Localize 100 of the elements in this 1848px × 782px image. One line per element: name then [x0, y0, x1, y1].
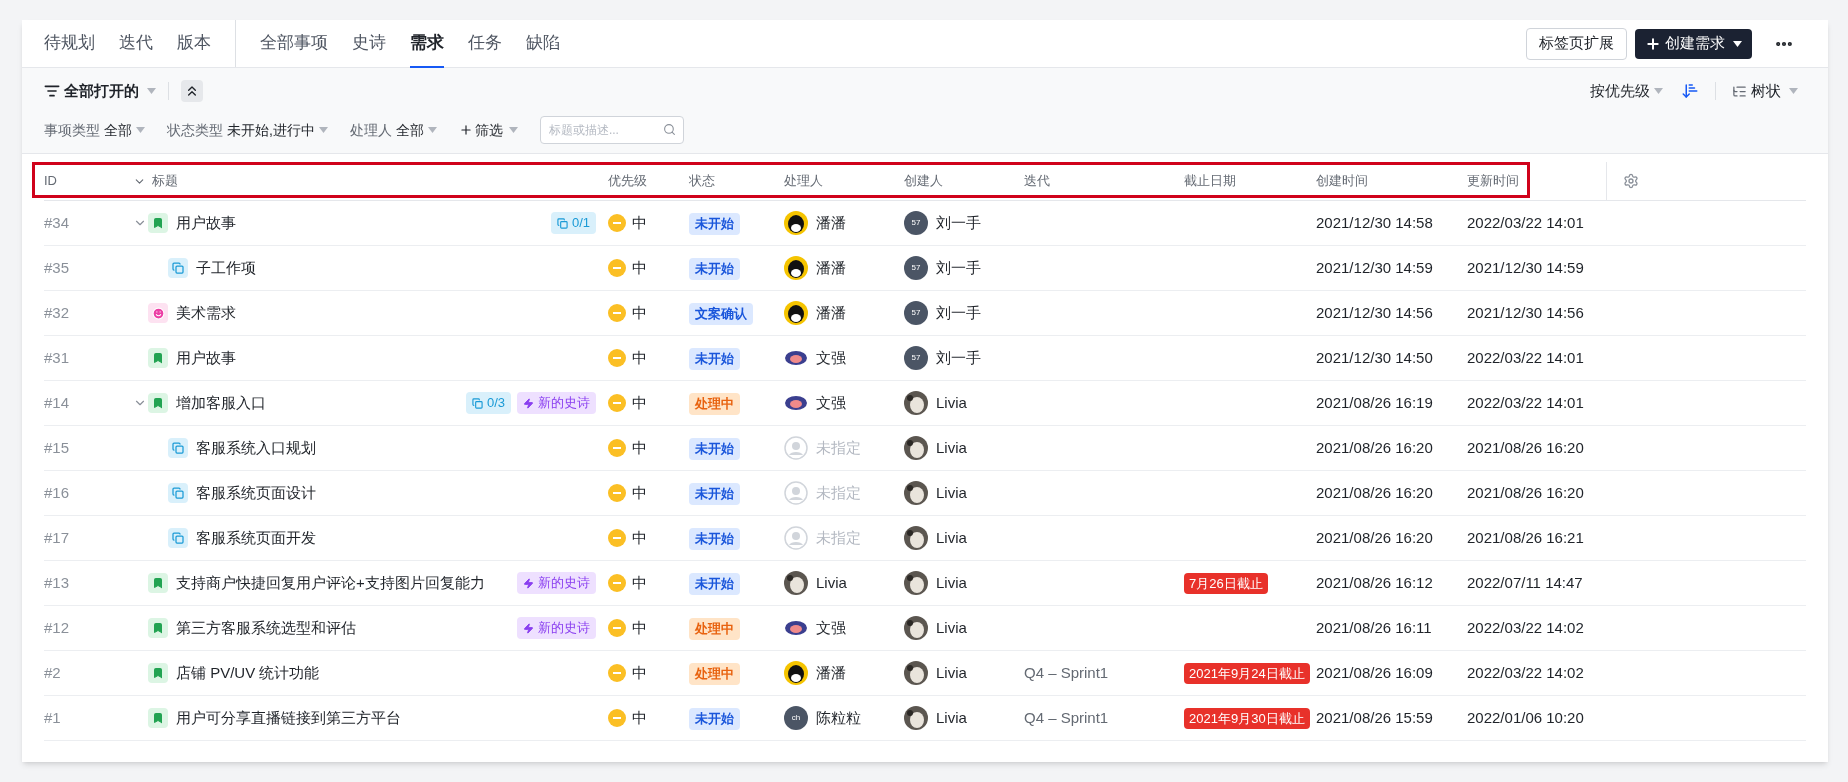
tab[interactable]: 史诗 [352, 19, 386, 68]
column-header[interactable]: 创建时间 [1316, 171, 1467, 191]
bookmark-icon [148, 708, 168, 728]
column-header[interactable]: 优先级 [608, 171, 689, 191]
title-cell[interactable]: 客服系统页面设计 [196, 481, 316, 505]
settings-icon[interactable] [1623, 173, 1639, 189]
copy-icon [168, 528, 188, 548]
sort-icon[interactable] [1681, 82, 1699, 100]
id-cell-text: #15 [44, 437, 71, 458]
layout-dropdown[interactable]: 树状 [1732, 79, 1798, 103]
filter-dropdown[interactable]: 状态类型 未开始,进行中 [167, 119, 328, 141]
priority-icon [608, 304, 626, 322]
caret-icon [147, 88, 156, 94]
smile-icon [148, 303, 168, 323]
column-header[interactable]: 迭代 [1024, 171, 1184, 191]
deadline-tag: 2021年9月30日截止 [1184, 707, 1310, 729]
filter-icon [44, 83, 60, 99]
priority-label: 中 [632, 257, 647, 278]
avatar [904, 436, 928, 460]
status-tag: 处理中 [689, 662, 740, 685]
tab[interactable]: 版本 [177, 19, 211, 68]
user-icon [784, 526, 808, 550]
copy-icon [168, 438, 188, 458]
bookmark-icon [148, 393, 168, 413]
title-cell[interactable]: 增加客服入口 [176, 391, 266, 415]
person-name: Livia [936, 527, 967, 548]
priority-label: 中 [632, 482, 647, 503]
person-name: 刘一手 [936, 257, 981, 278]
id-cell-text: #16 [44, 482, 71, 503]
tab[interactable]: 缺陷 [526, 19, 560, 68]
created-time: 2021/08/26 16:11 [1316, 617, 1433, 638]
collapse-icon[interactable] [181, 80, 203, 102]
plus-icon [458, 123, 473, 137]
avatar [904, 706, 928, 730]
priority-icon [608, 394, 626, 412]
caret-icon [508, 127, 518, 133]
iteration-cell: Q4 – Sprint1 [1024, 663, 1109, 681]
person-name: Livia [936, 707, 967, 728]
title-cell[interactable]: 支持商户快捷回复用户评论+支持图片回复能力 [176, 571, 485, 595]
bookmark-icon [148, 348, 168, 368]
title-cell[interactable]: 美术需求 [176, 301, 236, 325]
tab-extension-button[interactable]: 标签页扩展 [1526, 27, 1627, 60]
create-button[interactable]: 创建需求 [1635, 28, 1752, 59]
id-cell-text: #32 [44, 302, 71, 323]
status-tag: 未开始 [689, 527, 740, 550]
priority-label: 中 [632, 392, 647, 413]
caret-icon [1733, 40, 1742, 47]
bookmark-icon [148, 663, 168, 683]
title-cell[interactable]: 用户故事 [176, 211, 236, 235]
subtask-count-badge: 0/1 [550, 212, 596, 234]
updated-time: 2022/03/22 14:02 [1467, 617, 1585, 638]
person-name: Livia [936, 482, 967, 503]
sort-dropdown[interactable]: 按优先级 [1590, 79, 1663, 103]
title-cell[interactable]: 客服系统入口规划 [196, 436, 316, 460]
tab[interactable]: 任务 [468, 19, 502, 68]
id-cell-text: #35 [44, 257, 71, 278]
person-name: Livia [816, 572, 847, 593]
person-name: 文强 [816, 392, 846, 413]
status-tag: 文案确认 [689, 302, 753, 325]
created-time: 2021/08/26 16:09 [1316, 662, 1434, 683]
id-cell-text: #13 [44, 572, 71, 593]
filter-dropdown[interactable]: 处理人 全部 [349, 119, 437, 141]
column-header[interactable]: 截止日期 [1184, 171, 1316, 191]
deadline-tag: 2021年9月24日截止 [1184, 662, 1310, 684]
id-cell-text: #34 [44, 212, 71, 233]
column-header[interactable]: 处理人 [784, 171, 904, 191]
avatar [784, 256, 808, 280]
title-cell[interactable]: 用户可分享直播链接到第三方平台 [176, 706, 401, 730]
id-cell-text: #17 [44, 527, 71, 548]
caret-icon [427, 127, 437, 133]
caret-icon [1654, 88, 1663, 94]
tab[interactable]: 全部事项 [260, 19, 328, 68]
filter-dropdown[interactable]: 事项类型 全部 [44, 119, 145, 141]
iteration-cell: Q4 – Sprint1 [1024, 708, 1109, 726]
avatar: 57 [904, 211, 928, 235]
column-header[interactable]: 更新时间 [1467, 171, 1606, 191]
title-cell[interactable]: 客服系统页面开发 [196, 526, 316, 550]
updated-time: 2022/03/22 14:02 [1467, 662, 1585, 683]
priority-label: 中 [632, 617, 647, 638]
updated-time: 2021/08/26 16:20 [1467, 437, 1585, 458]
avatar [904, 616, 928, 640]
column-header[interactable]: 标题 [152, 171, 178, 191]
person-name: 刘一手 [936, 347, 981, 368]
epic-badge: 新的史诗 [517, 617, 596, 639]
created-time: 2021/08/26 16:19 [1316, 392, 1434, 413]
title-cell[interactable]: 用户故事 [176, 346, 236, 370]
priority-label: 中 [632, 212, 647, 233]
column-header[interactable]: 状态 [689, 171, 784, 191]
column-header[interactable]: 创建人 [904, 171, 1024, 191]
view-dropdown[interactable]: 全部打开的 [44, 79, 156, 103]
tab[interactable]: 待规划 [44, 19, 95, 68]
priority-icon [608, 259, 626, 277]
title-cell[interactable]: 第三方客服系统选型和评估 [176, 616, 356, 640]
search-field[interactable]: 标题或描述... [539, 116, 684, 144]
person-name: Livia [936, 392, 967, 413]
title-cell[interactable]: 子工作项 [196, 256, 256, 280]
title-cell[interactable]: 店铺 PV/UV 统计功能 [176, 661, 320, 685]
tab[interactable]: 迭代 [119, 19, 153, 68]
add-filter-button[interactable]: 筛选 [458, 119, 518, 141]
column-header[interactable]: ID [44, 171, 133, 191]
